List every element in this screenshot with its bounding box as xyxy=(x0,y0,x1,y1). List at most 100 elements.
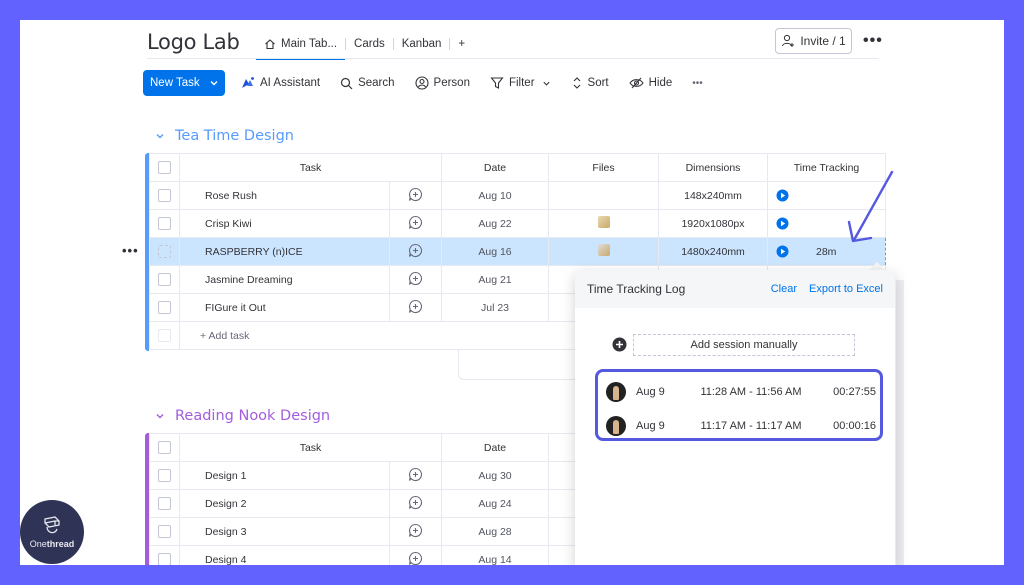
dimensions-cell[interactable]: 1480x240mm xyxy=(658,237,768,266)
chevron-down-icon[interactable] xyxy=(155,131,165,141)
task-name[interactable]: Rose Rush xyxy=(179,181,390,210)
group-title-reading-nook-design[interactable]: Reading Nook Design xyxy=(155,408,330,424)
row-more-button[interactable]: ••• xyxy=(122,243,139,258)
column-header-date[interactable]: Date xyxy=(441,433,549,462)
column-header-dimensions[interactable]: Dimensions xyxy=(658,153,768,182)
tab-label: Kanban xyxy=(401,38,442,50)
home-icon xyxy=(265,39,275,50)
session-entry[interactable]: Aug 9 11:28 AM - 11:56 AM 00:27:55 xyxy=(606,381,876,403)
date-cell[interactable]: Aug 30 xyxy=(441,461,549,490)
task-name[interactable]: RASPBERRY (n)ICE xyxy=(179,237,390,266)
task-name[interactable]: Design 3 xyxy=(179,517,390,546)
session-time-range: 11:28 AM - 11:56 AM xyxy=(700,386,802,398)
date-cell[interactable]: Aug 10 xyxy=(441,181,549,210)
add-update-icon[interactable] xyxy=(408,215,423,230)
table-row-selected[interactable]: RASPBERRY (n)ICE Aug 16 1480x240mm 28m xyxy=(149,237,886,266)
add-update-icon[interactable] xyxy=(408,551,423,566)
sort-label: Sort xyxy=(587,77,609,89)
tab-kanban[interactable]: Kanban xyxy=(394,30,450,58)
hide-button[interactable]: Hide xyxy=(628,77,672,89)
session-list-highlight: Aug 9 11:28 AM - 11:56 AM 00:27:55 Aug 9… xyxy=(595,369,883,441)
session-entry[interactable]: Aug 9 11:17 AM - 11:17 AM 00:00:16 xyxy=(606,415,876,437)
row-checkbox[interactable] xyxy=(158,245,171,258)
row-checkbox[interactable] xyxy=(158,469,171,482)
files-cell[interactable] xyxy=(548,237,659,266)
date-cell[interactable]: Aug 21 xyxy=(441,265,549,294)
row-checkbox-placeholder xyxy=(158,329,171,342)
select-all-checkbox[interactable] xyxy=(158,441,171,454)
add-update-icon[interactable] xyxy=(408,495,423,510)
add-update-icon[interactable] xyxy=(408,243,423,258)
tab-cards[interactable]: Cards xyxy=(346,30,393,58)
files-cell[interactable] xyxy=(548,209,659,238)
task-name[interactable]: Crisp Kiwi xyxy=(179,209,390,238)
date-cell[interactable]: Aug 16 xyxy=(441,237,549,266)
add-update-icon[interactable] xyxy=(408,271,423,286)
column-header-date[interactable]: Date xyxy=(441,153,549,182)
dimensions-cell[interactable]: 148x240mm xyxy=(658,181,768,210)
date-cell[interactable]: Jul 23 xyxy=(441,293,549,322)
task-name[interactable]: Design 4 xyxy=(179,545,390,565)
table-header-row: Task Date Files Dimensions Time Tracking xyxy=(149,153,886,182)
filter-button[interactable]: Filter xyxy=(490,76,551,90)
plus-icon: + xyxy=(458,38,466,50)
filter-icon xyxy=(490,77,504,89)
row-checkbox[interactable] xyxy=(158,189,171,202)
task-name[interactable]: FIGure it Out xyxy=(179,293,390,322)
file-thumbnail[interactable] xyxy=(597,244,610,256)
column-header-files[interactable]: Files xyxy=(548,153,659,182)
date-cell[interactable]: Aug 14 xyxy=(441,545,549,565)
add-update-icon[interactable] xyxy=(408,467,423,482)
select-all-checkbox[interactable] xyxy=(158,161,171,174)
date-cell[interactable]: Aug 22 xyxy=(441,209,549,238)
date-cell[interactable]: Aug 24 xyxy=(441,489,549,518)
tab-label: Cards xyxy=(354,38,385,50)
export-to-excel-link[interactable]: Export to Excel xyxy=(809,283,883,295)
invite-button[interactable]: Invite / 1 xyxy=(775,28,852,54)
clear-log-link[interactable]: Clear xyxy=(771,283,797,295)
column-header-task[interactable]: Task xyxy=(179,433,442,462)
sort-button[interactable]: Sort xyxy=(571,76,609,90)
add-update-icon[interactable] xyxy=(408,299,423,314)
new-task-button[interactable]: New Task xyxy=(143,70,225,96)
group-title-tea-time-design[interactable]: Tea Time Design xyxy=(155,128,294,144)
add-tab-button[interactable]: + xyxy=(450,30,473,58)
add-circle-icon[interactable] xyxy=(612,337,627,352)
toolbar-more-button[interactable]: ••• xyxy=(692,78,703,89)
column-header-task[interactable]: Task xyxy=(179,153,442,182)
table-row[interactable]: Crisp Kiwi Aug 22 1920x1080px xyxy=(149,209,886,238)
group-title-label: Tea Time Design xyxy=(175,128,294,144)
time-tracking-log-popup: Time Tracking Log Clear Export to Excel … xyxy=(575,270,895,565)
play-icon[interactable] xyxy=(776,189,789,202)
chevron-down-icon xyxy=(542,81,550,86)
file-thumbnail[interactable] xyxy=(597,216,610,228)
dimensions-cell[interactable]: 1920x1080px xyxy=(658,209,768,238)
task-name[interactable]: Design 1 xyxy=(179,461,390,490)
play-icon[interactable] xyxy=(776,217,789,230)
ai-assistant-button[interactable]: AI Assistant xyxy=(241,76,320,90)
add-session-manually-button[interactable]: Add session manually xyxy=(633,334,855,356)
row-checkbox[interactable] xyxy=(158,525,171,538)
task-name[interactable]: Design 2 xyxy=(179,489,390,518)
add-update-icon[interactable] xyxy=(408,187,423,202)
tab-main-table[interactable]: Main Tab... xyxy=(256,30,346,60)
screenshot-frame: Logo Lab Main Tab... Cards Kanban + Invi… xyxy=(20,20,1004,565)
scroll-strip xyxy=(896,280,904,565)
row-checkbox[interactable] xyxy=(158,553,171,565)
row-checkbox[interactable] xyxy=(158,217,171,230)
table-row[interactable]: Rose Rush Aug 10 148x240mm xyxy=(149,181,886,210)
new-task-label: New Task xyxy=(150,77,200,89)
row-checkbox[interactable] xyxy=(158,497,171,510)
person-filter-button[interactable]: Person xyxy=(414,76,470,90)
chevron-down-icon[interactable] xyxy=(155,411,165,421)
search-button[interactable]: Search xyxy=(340,77,395,90)
task-name[interactable]: Jasmine Dreaming xyxy=(179,265,390,294)
files-cell[interactable] xyxy=(548,181,659,210)
date-cell[interactable]: Aug 28 xyxy=(441,517,549,546)
row-checkbox[interactable] xyxy=(158,273,171,286)
chevron-down-icon[interactable] xyxy=(209,78,219,88)
row-checkbox[interactable] xyxy=(158,301,171,314)
board-more-button[interactable]: ••• xyxy=(863,32,883,50)
play-icon[interactable] xyxy=(776,245,789,258)
add-update-icon[interactable] xyxy=(408,523,423,538)
